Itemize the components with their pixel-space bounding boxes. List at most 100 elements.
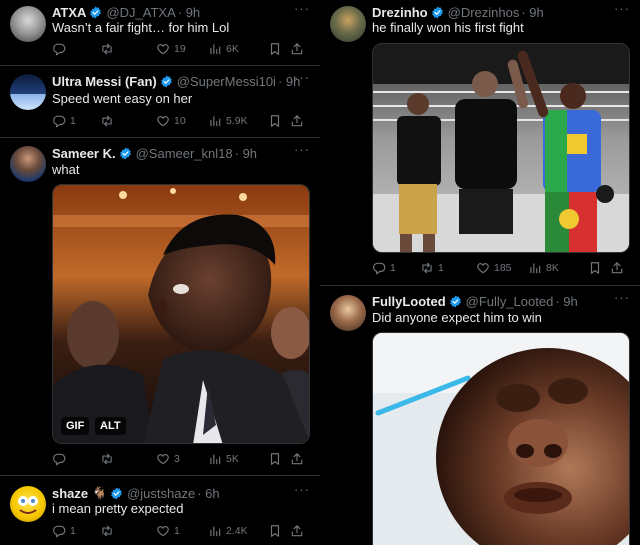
view-count: 5K: [226, 453, 239, 465]
tweet-card[interactable]: Ultra Messi (Fan) @SuperMessi10i · 9h ··…: [0, 66, 320, 138]
like-count: 10: [174, 115, 186, 127]
verified-badge-icon: [119, 147, 132, 160]
views-button[interactable]: 5.9K: [208, 114, 260, 128]
verified-badge-icon: [449, 295, 462, 308]
avatar[interactable]: [10, 6, 46, 42]
views-button[interactable]: 6K: [208, 42, 260, 56]
reply-button[interactable]: 1: [52, 114, 100, 128]
reply-button[interactable]: [52, 42, 100, 56]
alt-badge[interactable]: ALT: [95, 417, 126, 435]
reply-count: 1: [70, 525, 76, 537]
view-count: 8K: [546, 262, 559, 274]
photo-media[interactable]: [372, 43, 630, 253]
tweet-header: shaze 🐐 @justshaze · 6h: [52, 484, 312, 502]
author-handle[interactable]: @Fully_Looted: [466, 294, 554, 309]
author-handle[interactable]: @justshaze: [127, 486, 195, 501]
author-handle[interactable]: @Drezinhos: [448, 5, 520, 20]
retweet-button[interactable]: 1: [420, 261, 476, 275]
bookmark-icon: [268, 114, 282, 128]
verified-badge-icon: [110, 487, 123, 500]
tweet-actions: 19 6K: [52, 40, 306, 58]
tweet-actions: 3 5K: [52, 450, 306, 468]
tweet-time[interactable]: · 9h: [555, 294, 577, 309]
tweet-time[interactable]: · 9h: [178, 5, 200, 20]
author-name[interactable]: FullyLooted: [372, 294, 446, 309]
like-count: 185: [494, 262, 512, 274]
reply-button[interactable]: 1: [372, 261, 420, 275]
bookmark-button[interactable]: [268, 42, 290, 56]
avatar[interactable]: [330, 6, 366, 42]
more-icon[interactable]: ···: [614, 290, 630, 305]
tweet-card[interactable]: Drezinho @Drezinhos · 9h ··· he finally …: [320, 0, 640, 286]
bookmark-button[interactable]: [268, 524, 290, 538]
tweet-time[interactable]: · 6h: [197, 486, 219, 501]
share-button[interactable]: [290, 524, 306, 538]
retweet-button[interactable]: [100, 42, 156, 56]
retweet-button[interactable]: [100, 452, 156, 466]
photo-media[interactable]: [372, 332, 630, 545]
like-button[interactable]: 1: [156, 524, 208, 538]
retweet-button[interactable]: [100, 524, 156, 538]
share-button[interactable]: [290, 42, 306, 56]
bookmark-button[interactable]: [588, 261, 610, 275]
author-name[interactable]: Ultra Messi (Fan): [52, 74, 157, 89]
views-icon: [208, 114, 222, 128]
retweet-button[interactable]: [100, 114, 156, 128]
avatar[interactable]: [10, 486, 46, 522]
like-button[interactable]: 19: [156, 42, 208, 56]
share-icon: [610, 261, 624, 275]
views-button[interactable]: 5K: [208, 452, 260, 466]
like-count: 3: [174, 453, 180, 465]
tweet-time[interactable]: · 9h: [521, 5, 543, 20]
author-name[interactable]: shaze: [52, 486, 88, 501]
like-icon: [156, 524, 170, 538]
like-button[interactable]: 185: [476, 261, 528, 275]
more-icon[interactable]: ···: [294, 1, 310, 16]
views-icon: [208, 42, 222, 56]
author-handle[interactable]: @Sameer_knl18: [136, 146, 233, 161]
author-name[interactable]: ATXA: [52, 5, 86, 20]
gif-badge[interactable]: GIF: [61, 417, 90, 435]
like-button[interactable]: 10: [156, 114, 208, 128]
avatar[interactable]: [330, 295, 366, 331]
more-icon[interactable]: ···: [294, 482, 310, 497]
more-icon[interactable]: ···: [294, 70, 310, 85]
more-icon[interactable]: ···: [294, 142, 310, 157]
tweet-header: FullyLooted @Fully_Looted · 9h: [372, 292, 632, 310]
gif-media[interactable]: GIF ALT: [52, 184, 310, 444]
views-button[interactable]: 8K: [528, 261, 580, 275]
share-button[interactable]: [290, 114, 306, 128]
tweet-card[interactable]: FullyLooted @Fully_Looted · 9h ··· Did a…: [320, 286, 640, 545]
avatar[interactable]: [10, 146, 46, 182]
more-icon[interactable]: ···: [614, 1, 630, 16]
avatar[interactable]: [10, 74, 46, 110]
author-name[interactable]: Sameer K.: [52, 146, 116, 161]
tweet-card[interactable]: Sameer K. @Sameer_knl18 · 9h ··· what GI…: [0, 138, 320, 476]
share-button[interactable]: [610, 261, 626, 275]
views-button[interactable]: 2.4K: [208, 524, 260, 538]
author-handle[interactable]: @DJ_ATXA: [106, 5, 175, 20]
like-button[interactable]: 3: [156, 452, 208, 466]
view-count: 5.9K: [226, 115, 248, 127]
retweet-count: 1: [438, 262, 444, 274]
retweet-icon: [100, 524, 114, 538]
bookmark-button[interactable]: [268, 452, 290, 466]
author-handle[interactable]: @SuperMessi10i: [177, 74, 276, 89]
views-icon: [528, 261, 542, 275]
retweet-icon: [100, 114, 114, 128]
tweet-card[interactable]: shaze 🐐 @justshaze · 6h ··· i mean prett…: [0, 476, 320, 545]
share-icon: [290, 524, 304, 538]
reply-icon: [52, 114, 66, 128]
share-icon: [290, 114, 304, 128]
reply-button[interactable]: 1: [52, 524, 100, 538]
retweet-icon: [100, 42, 114, 56]
share-button[interactable]: [290, 452, 306, 466]
tweet-card[interactable]: ATXA @DJ_ATXA · 9h ··· Wasn’t a fair fig…: [0, 0, 320, 66]
share-icon: [290, 42, 304, 56]
tweet-header: Drezinho @Drezinhos · 9h: [372, 3, 632, 21]
bookmark-button[interactable]: [268, 114, 290, 128]
author-name[interactable]: Drezinho: [372, 5, 428, 20]
tweet-time[interactable]: · 9h: [235, 146, 257, 161]
reply-button[interactable]: [52, 452, 100, 466]
goat-emoji: 🐐: [92, 486, 108, 500]
